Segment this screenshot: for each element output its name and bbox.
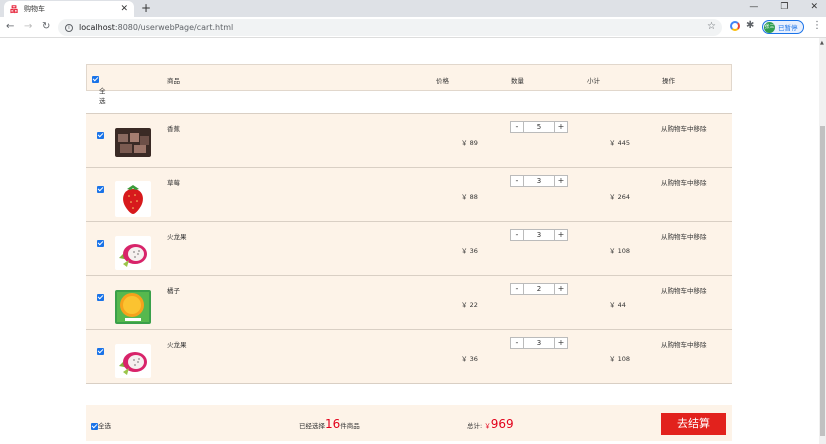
profile-status-label: 已暂停	[778, 24, 798, 32]
header-select-all[interactable]: 全选	[92, 75, 106, 105]
selected-count: 16	[325, 417, 341, 431]
header-subtotal: 小计	[587, 77, 600, 85]
increase-button[interactable]: +	[555, 284, 567, 294]
item-name: 火龙果	[167, 341, 187, 349]
increase-button[interactable]: +	[555, 176, 567, 186]
banana-image	[115, 128, 151, 157]
selected-count-text: 已经选择16件商品	[299, 417, 360, 431]
increase-button[interactable]: +	[555, 122, 567, 132]
header-price: 价格	[436, 77, 449, 85]
item-price: ￥ 36	[461, 355, 478, 363]
select-all-checkbox[interactable]	[92, 75, 99, 83]
quantity-stepper: - 3 +	[510, 337, 568, 349]
remove-from-cart-link[interactable]: 从购物车中移除	[661, 285, 707, 295]
new-tab-icon[interactable]: +	[141, 1, 151, 16]
cart-item-list: 香蕉 ￥ 89 - 5 + ￥ 445 从购物车中移除 草莓 ￥ 88 - 3 …	[86, 114, 732, 384]
quantity-stepper: - 5 +	[510, 121, 568, 133]
address-bar-row: ← → ↻ i localhost:8080/userwebPage/cart.…	[0, 17, 826, 38]
site-favicon-icon: 品	[10, 4, 18, 14]
reload-icon[interactable]: ↻	[42, 20, 50, 34]
page-scrollbar[interactable]: ▲	[819, 38, 826, 444]
quantity-stepper: - 2 +	[510, 283, 568, 295]
tab-title: 购物车	[24, 5, 45, 13]
quantity-input[interactable]: 3	[523, 230, 555, 240]
chrome-extension-icon[interactable]	[730, 21, 740, 31]
cart-item-row: 草莓 ￥ 88 - 3 + ￥ 264 从购物车中移除	[86, 168, 732, 222]
decrease-button[interactable]: -	[511, 284, 523, 294]
browser-tab[interactable]: 品 购物车 ✕	[4, 1, 134, 17]
decrease-button[interactable]: -	[511, 122, 523, 132]
close-tab-icon[interactable]: ✕	[120, 4, 128, 14]
item-subtotal: ￥ 445	[609, 139, 630, 147]
decrease-button[interactable]: -	[511, 230, 523, 240]
quantity-stepper: - 3 +	[510, 175, 568, 187]
restore-icon[interactable]: ❐	[780, 2, 788, 12]
total-text: 总计: ￥969	[467, 417, 514, 431]
footer-select-all-checkbox[interactable]	[91, 422, 98, 430]
url-text: localhost:8080/userwebPage/cart.html	[79, 23, 234, 32]
minimize-icon[interactable]: —	[749, 2, 758, 12]
forward-icon[interactable]: →	[24, 20, 32, 34]
item-price: ￥ 88	[461, 193, 478, 201]
item-name: 火龙果	[167, 233, 187, 241]
site-info-icon[interactable]: i	[65, 23, 73, 32]
profile-button[interactable]: 张三 已暂停	[762, 20, 804, 34]
browser-menu-icon[interactable]: ⋮	[812, 20, 822, 31]
cart-item-row: 火龙果 ￥ 36 - 3 + ￥ 108 从购物车中移除	[86, 222, 732, 276]
item-checkbox[interactable]	[97, 348, 104, 355]
item-subtotal: ￥ 44	[609, 301, 626, 309]
scroll-up-icon[interactable]: ▲	[820, 40, 824, 46]
scrollbar-thumb[interactable]	[820, 126, 825, 436]
footer-select-all[interactable]: 全选	[91, 420, 111, 430]
item-price: ￥ 22	[461, 301, 478, 309]
cart-item-row: 火龙果 ￥ 36 - 3 + ￥ 108 从购物车中移除	[86, 330, 732, 384]
item-subtotal: ￥ 264	[609, 193, 630, 201]
item-checkbox[interactable]	[97, 294, 104, 301]
orange-image	[115, 290, 151, 324]
quantity-input[interactable]: 5	[523, 122, 555, 132]
cart-summary-bar: 全选 已经选择16件商品 总计: ￥969 去结算	[86, 405, 732, 441]
extensions-puzzle-icon[interactable]: ✱	[746, 20, 754, 31]
total-amount: 969	[490, 417, 514, 431]
decrease-button[interactable]: -	[511, 338, 523, 348]
remove-from-cart-link[interactable]: 从购物车中移除	[661, 339, 707, 349]
url-field[interactable]: i localhost:8080/userwebPage/cart.html ☆	[58, 19, 722, 36]
remove-from-cart-link[interactable]: 从购物车中移除	[661, 123, 707, 133]
item-price: ￥ 89	[461, 139, 478, 147]
dragonfruit-image	[115, 344, 151, 378]
decrease-button[interactable]: -	[511, 176, 523, 186]
strawberry-image	[115, 181, 151, 217]
increase-button[interactable]: +	[555, 230, 567, 240]
quantity-input[interactable]: 2	[523, 284, 555, 294]
cart-item-row: 香蕉 ￥ 89 - 5 + ￥ 445 从购物车中移除	[86, 114, 732, 168]
remove-from-cart-link[interactable]: 从购物车中移除	[661, 177, 707, 187]
header-action: 操作	[662, 77, 675, 85]
remove-from-cart-link[interactable]: 从购物车中移除	[661, 231, 707, 241]
header-product: 商品	[167, 77, 180, 85]
header-quantity: 数量	[511, 77, 524, 85]
checkout-button[interactable]: 去结算	[661, 413, 726, 435]
item-name: 香蕉	[167, 125, 180, 133]
close-window-icon[interactable]: ✕	[810, 2, 818, 12]
item-name: 草莓	[167, 179, 180, 187]
avatar: 张三	[764, 21, 775, 33]
cart-item-row: 橘子 ￥ 22 - 2 + ￥ 44 从购物车中移除	[86, 276, 732, 330]
back-icon[interactable]: ←	[6, 20, 14, 34]
item-checkbox[interactable]	[97, 132, 104, 139]
increase-button[interactable]: +	[555, 338, 567, 348]
window-controls: — ❐ ✕	[749, 2, 818, 12]
item-price: ￥ 36	[461, 247, 478, 255]
quantity-stepper: - 3 +	[510, 229, 568, 241]
dragonfruit-image	[115, 236, 151, 270]
item-subtotal: ￥ 108	[609, 247, 630, 255]
bookmark-star-icon[interactable]: ☆	[707, 21, 716, 32]
item-subtotal: ￥ 108	[609, 355, 630, 363]
item-name: 橘子	[167, 287, 180, 295]
item-checkbox[interactable]	[97, 186, 104, 193]
quantity-input[interactable]: 3	[523, 338, 555, 348]
cart-header: 全选 商品 价格 数量 小计 操作	[86, 64, 732, 105]
quantity-input[interactable]: 3	[523, 176, 555, 186]
item-checkbox[interactable]	[97, 240, 104, 247]
browser-tab-bar: 品 购物车 ✕ + — ❐ ✕	[0, 0, 826, 17]
